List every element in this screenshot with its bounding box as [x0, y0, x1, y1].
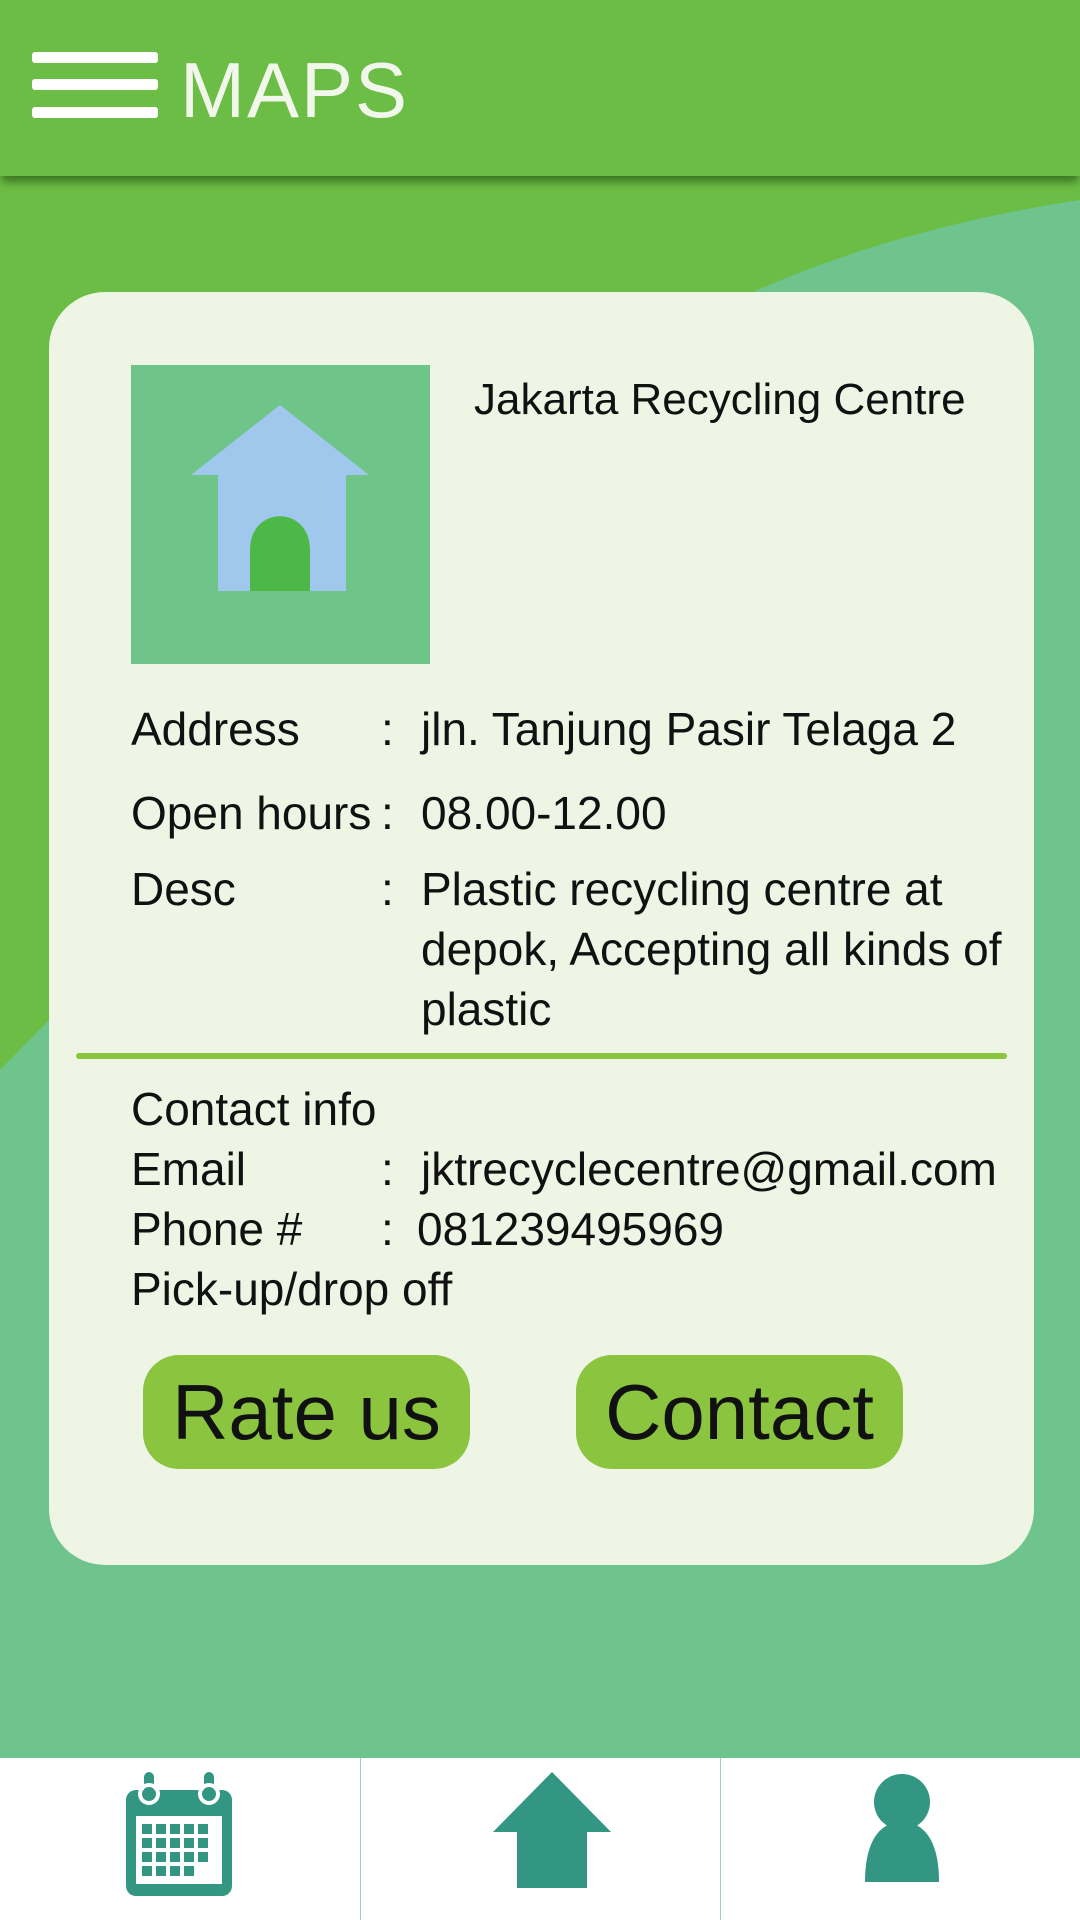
address-value: jln. Tanjung Pasir Telaga 2 — [421, 703, 957, 755]
location-name: Jakarta Recycling Centre — [474, 375, 966, 424]
phone-value[interactable]: 081239495969 — [417, 1199, 724, 1259]
nav-calendar[interactable] — [0, 1758, 359, 1920]
email-separator: : — [381, 1143, 394, 1195]
contact-button[interactable]: Contact — [576, 1355, 903, 1469]
calendar-icon — [126, 1772, 232, 1896]
hamburger-menu-icon[interactable] — [32, 52, 158, 118]
rate-us-button[interactable]: Rate us — [143, 1355, 470, 1469]
email-label: Email — [131, 1143, 247, 1195]
description-value: Plastic recycling centre at depok, Accep… — [421, 863, 1002, 1035]
description-separator: : — [381, 863, 394, 915]
top-app-bar: MAPS — [0, 0, 1080, 176]
menu-line — [32, 79, 158, 90]
bottom-navigation — [0, 1758, 1080, 1920]
phone-label: Phone # — [131, 1203, 303, 1255]
section-divider — [76, 1053, 1007, 1059]
open-hours-separator: : — [381, 787, 394, 839]
home-icon — [493, 1772, 611, 1888]
profile-icon — [865, 1774, 939, 1882]
description-label: Desc — [131, 863, 236, 915]
location-detail-card: Jakarta Recycling Centre Address : jln. … — [49, 292, 1034, 1565]
address-label: Address — [131, 703, 300, 755]
open-hours-value: 08.00-12.00 — [421, 787, 667, 839]
open-hours-label: Open hours — [131, 787, 372, 839]
house-icon — [191, 405, 369, 591]
contact-info-heading: Contact info — [131, 1083, 377, 1135]
phone-separator: : — [381, 1203, 394, 1255]
pickup-dropoff-text: Pick-up/drop off — [131, 1263, 453, 1315]
location-image — [131, 365, 430, 664]
page-title: MAPS — [180, 46, 410, 134]
menu-line — [32, 52, 158, 63]
nav-home[interactable] — [360, 1758, 720, 1920]
address-separator: : — [381, 703, 394, 755]
nav-profile[interactable] — [720, 1758, 1080, 1920]
email-value[interactable]: jktrecyclecentre@gmail.com — [421, 1139, 997, 1199]
menu-line — [32, 107, 158, 118]
